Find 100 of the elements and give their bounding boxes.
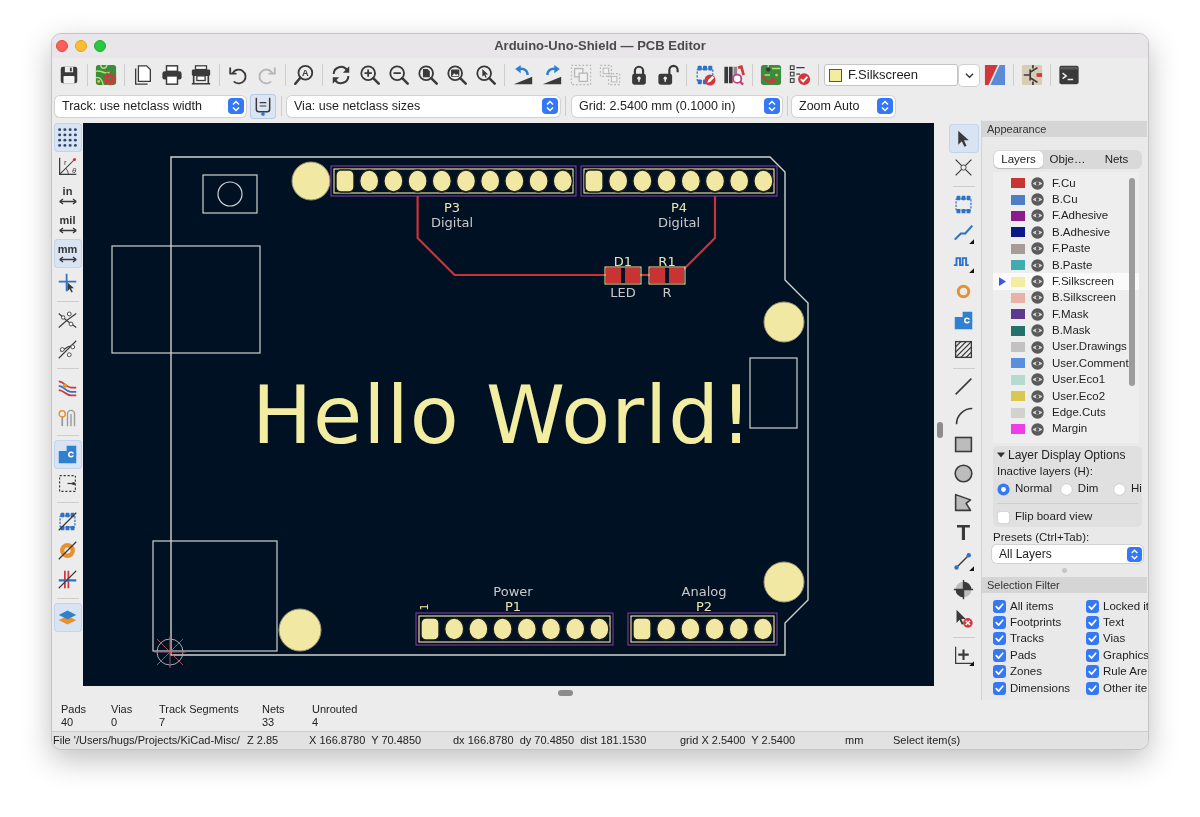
section-toggle[interactable]: Layer Display Options	[997, 446, 1138, 464]
checkbox[interactable]	[993, 681, 1006, 695]
pcb-canvas[interactable]: P3 P4 Digital Digital D1 R1 LED R Hello World! Power Analog 1 P1 P2	[83, 123, 934, 686]
dropdown[interactable]: Grid: 2.5400 mm (0.1000 in)	[572, 95, 782, 117]
checkbox[interactable]	[1086, 648, 1099, 662]
books-search-icon[interactable]	[722, 64, 745, 86]
color-swatch-icon[interactable]	[1011, 260, 1025, 271]
layer-row[interactable]: B.Adhesive	[993, 224, 1139, 241]
eye-icon[interactable]	[1031, 389, 1044, 403]
radio-button[interactable]	[1059, 482, 1073, 496]
printer-icon[interactable]	[160, 64, 183, 86]
dropdown-button[interactable]	[959, 64, 979, 86]
toolbar-button[interactable]: T	[948, 517, 979, 546]
checkbox[interactable]	[997, 510, 1010, 524]
scrollbar-thumb[interactable]	[1129, 178, 1135, 386]
checkbox[interactable]	[993, 599, 1006, 613]
eye-icon[interactable]	[1031, 291, 1044, 305]
radio-button[interactable]	[997, 482, 1010, 496]
dropdown[interactable]: Zoom Auto	[792, 95, 895, 117]
color-swatch-icon[interactable]	[1011, 358, 1025, 369]
tab[interactable]: Nets	[1092, 151, 1141, 168]
toolbar-button[interactable]: mm	[53, 239, 82, 268]
eye-icon[interactable]	[1031, 193, 1044, 207]
toolbar-button[interactable]	[53, 123, 82, 152]
toolbar-button[interactable]	[948, 124, 979, 153]
scrollbar-thumb[interactable]	[558, 690, 573, 696]
color-swatch-icon[interactable]	[1011, 227, 1025, 238]
dropdown[interactable]: Via: use netclass sizes	[287, 95, 560, 117]
eye-icon[interactable]	[1031, 373, 1044, 387]
dropdown[interactable]: Track: use netclass width	[55, 95, 246, 117]
layer-row[interactable]: Edge.Cuts	[993, 404, 1139, 421]
color-swatch-icon[interactable]	[1011, 178, 1025, 189]
color-swatch-icon[interactable]	[1011, 194, 1025, 205]
undo-icon[interactable]	[226, 64, 249, 86]
unlock-icon[interactable]	[656, 64, 679, 86]
eye-icon[interactable]	[1031, 422, 1044, 436]
tab[interactable]: Layers	[994, 151, 1043, 168]
checkbox[interactable]	[993, 632, 1006, 646]
toolbar-button[interactable]: in	[53, 181, 82, 210]
layer-dropdown[interactable]: F.Silkscreen	[824, 64, 958, 86]
layer-row[interactable]: Margin	[993, 420, 1139, 438]
color-swatch-icon[interactable]	[1011, 342, 1025, 353]
eye-icon[interactable]	[1031, 324, 1044, 338]
layer-row[interactable]: User.Comment	[993, 355, 1139, 372]
color-swatch-icon[interactable]	[1011, 391, 1025, 402]
eye-icon[interactable]	[1031, 209, 1044, 223]
color-swatch-icon[interactable]	[1011, 292, 1025, 303]
plotter-icon[interactable]	[189, 64, 212, 86]
layer-row[interactable]: F.Silkscreen	[993, 273, 1139, 290]
eye-icon[interactable]	[1031, 242, 1044, 256]
color-swatch-icon[interactable]	[1011, 210, 1025, 221]
zoom-out-icon[interactable]	[387, 64, 410, 86]
zoom-cursor-icon[interactable]	[474, 64, 497, 86]
tab[interactable]: Obje…	[1043, 151, 1092, 168]
board-gear-icon[interactable]	[94, 64, 117, 86]
zoom-page-icon[interactable]	[416, 64, 439, 86]
zoom-in-icon[interactable]	[358, 64, 381, 86]
layer-row[interactable]: F.Mask	[993, 306, 1139, 323]
checkbox[interactable]	[1086, 681, 1099, 695]
layer-row[interactable]: F.Cu	[993, 175, 1139, 192]
color-swatch-icon[interactable]	[1011, 243, 1025, 254]
eye-icon[interactable]	[1031, 340, 1044, 354]
color-swatch-icon[interactable]	[1011, 309, 1025, 320]
eye-icon[interactable]	[1031, 275, 1044, 289]
transistor-icon[interactable]	[1020, 64, 1043, 86]
radio-button[interactable]	[1113, 482, 1126, 496]
eye-icon[interactable]	[1031, 176, 1044, 190]
color-swatch-icon[interactable]	[1011, 325, 1025, 336]
layer-row[interactable]: F.Adhesive	[993, 207, 1139, 225]
terminal-icon[interactable]	[1057, 64, 1080, 86]
layer-row[interactable]: User.Drawings	[993, 338, 1139, 356]
layer-pair-icon[interactable]	[983, 64, 1006, 86]
toggle-button[interactable]	[250, 93, 276, 119]
scrollbar-thumb[interactable]	[937, 422, 943, 438]
color-swatch-icon[interactable]	[1011, 374, 1025, 385]
layer-row[interactable]: User.Eco2	[993, 388, 1139, 405]
color-swatch-icon[interactable]	[1011, 276, 1025, 287]
checkbox[interactable]	[993, 665, 1006, 679]
eye-icon[interactable]	[1031, 357, 1044, 370]
checkbox[interactable]	[1086, 665, 1099, 679]
layer-row[interactable]: B.Paste	[993, 256, 1139, 274]
checkbox[interactable]	[993, 616, 1006, 630]
layer-row[interactable]: B.Silkscreen	[993, 289, 1139, 307]
zoom-picture-icon[interactable]	[445, 64, 468, 86]
checkbox[interactable]	[993, 648, 1006, 662]
eye-icon[interactable]	[1031, 307, 1044, 321]
eye-icon[interactable]	[1031, 258, 1044, 272]
dropdown[interactable]: All Layers	[992, 545, 1143, 563]
layer-row[interactable]: B.Mask	[993, 322, 1139, 339]
toolbar-button[interactable]: mil	[53, 210, 82, 239]
checkbox[interactable]	[1086, 616, 1099, 630]
checkbox[interactable]	[1086, 632, 1099, 646]
layer-row[interactable]: F.Paste	[993, 240, 1139, 257]
layer-row[interactable]: User.Eco1	[993, 371, 1139, 389]
eye-icon[interactable]	[1031, 225, 1044, 239]
splitter-handle[interactable]	[1062, 567, 1067, 573]
checkbox[interactable]	[1086, 599, 1099, 613]
eye-icon[interactable]	[1031, 406, 1044, 420]
color-swatch-icon[interactable]	[1011, 407, 1025, 418]
close-button[interactable]	[56, 40, 68, 52]
